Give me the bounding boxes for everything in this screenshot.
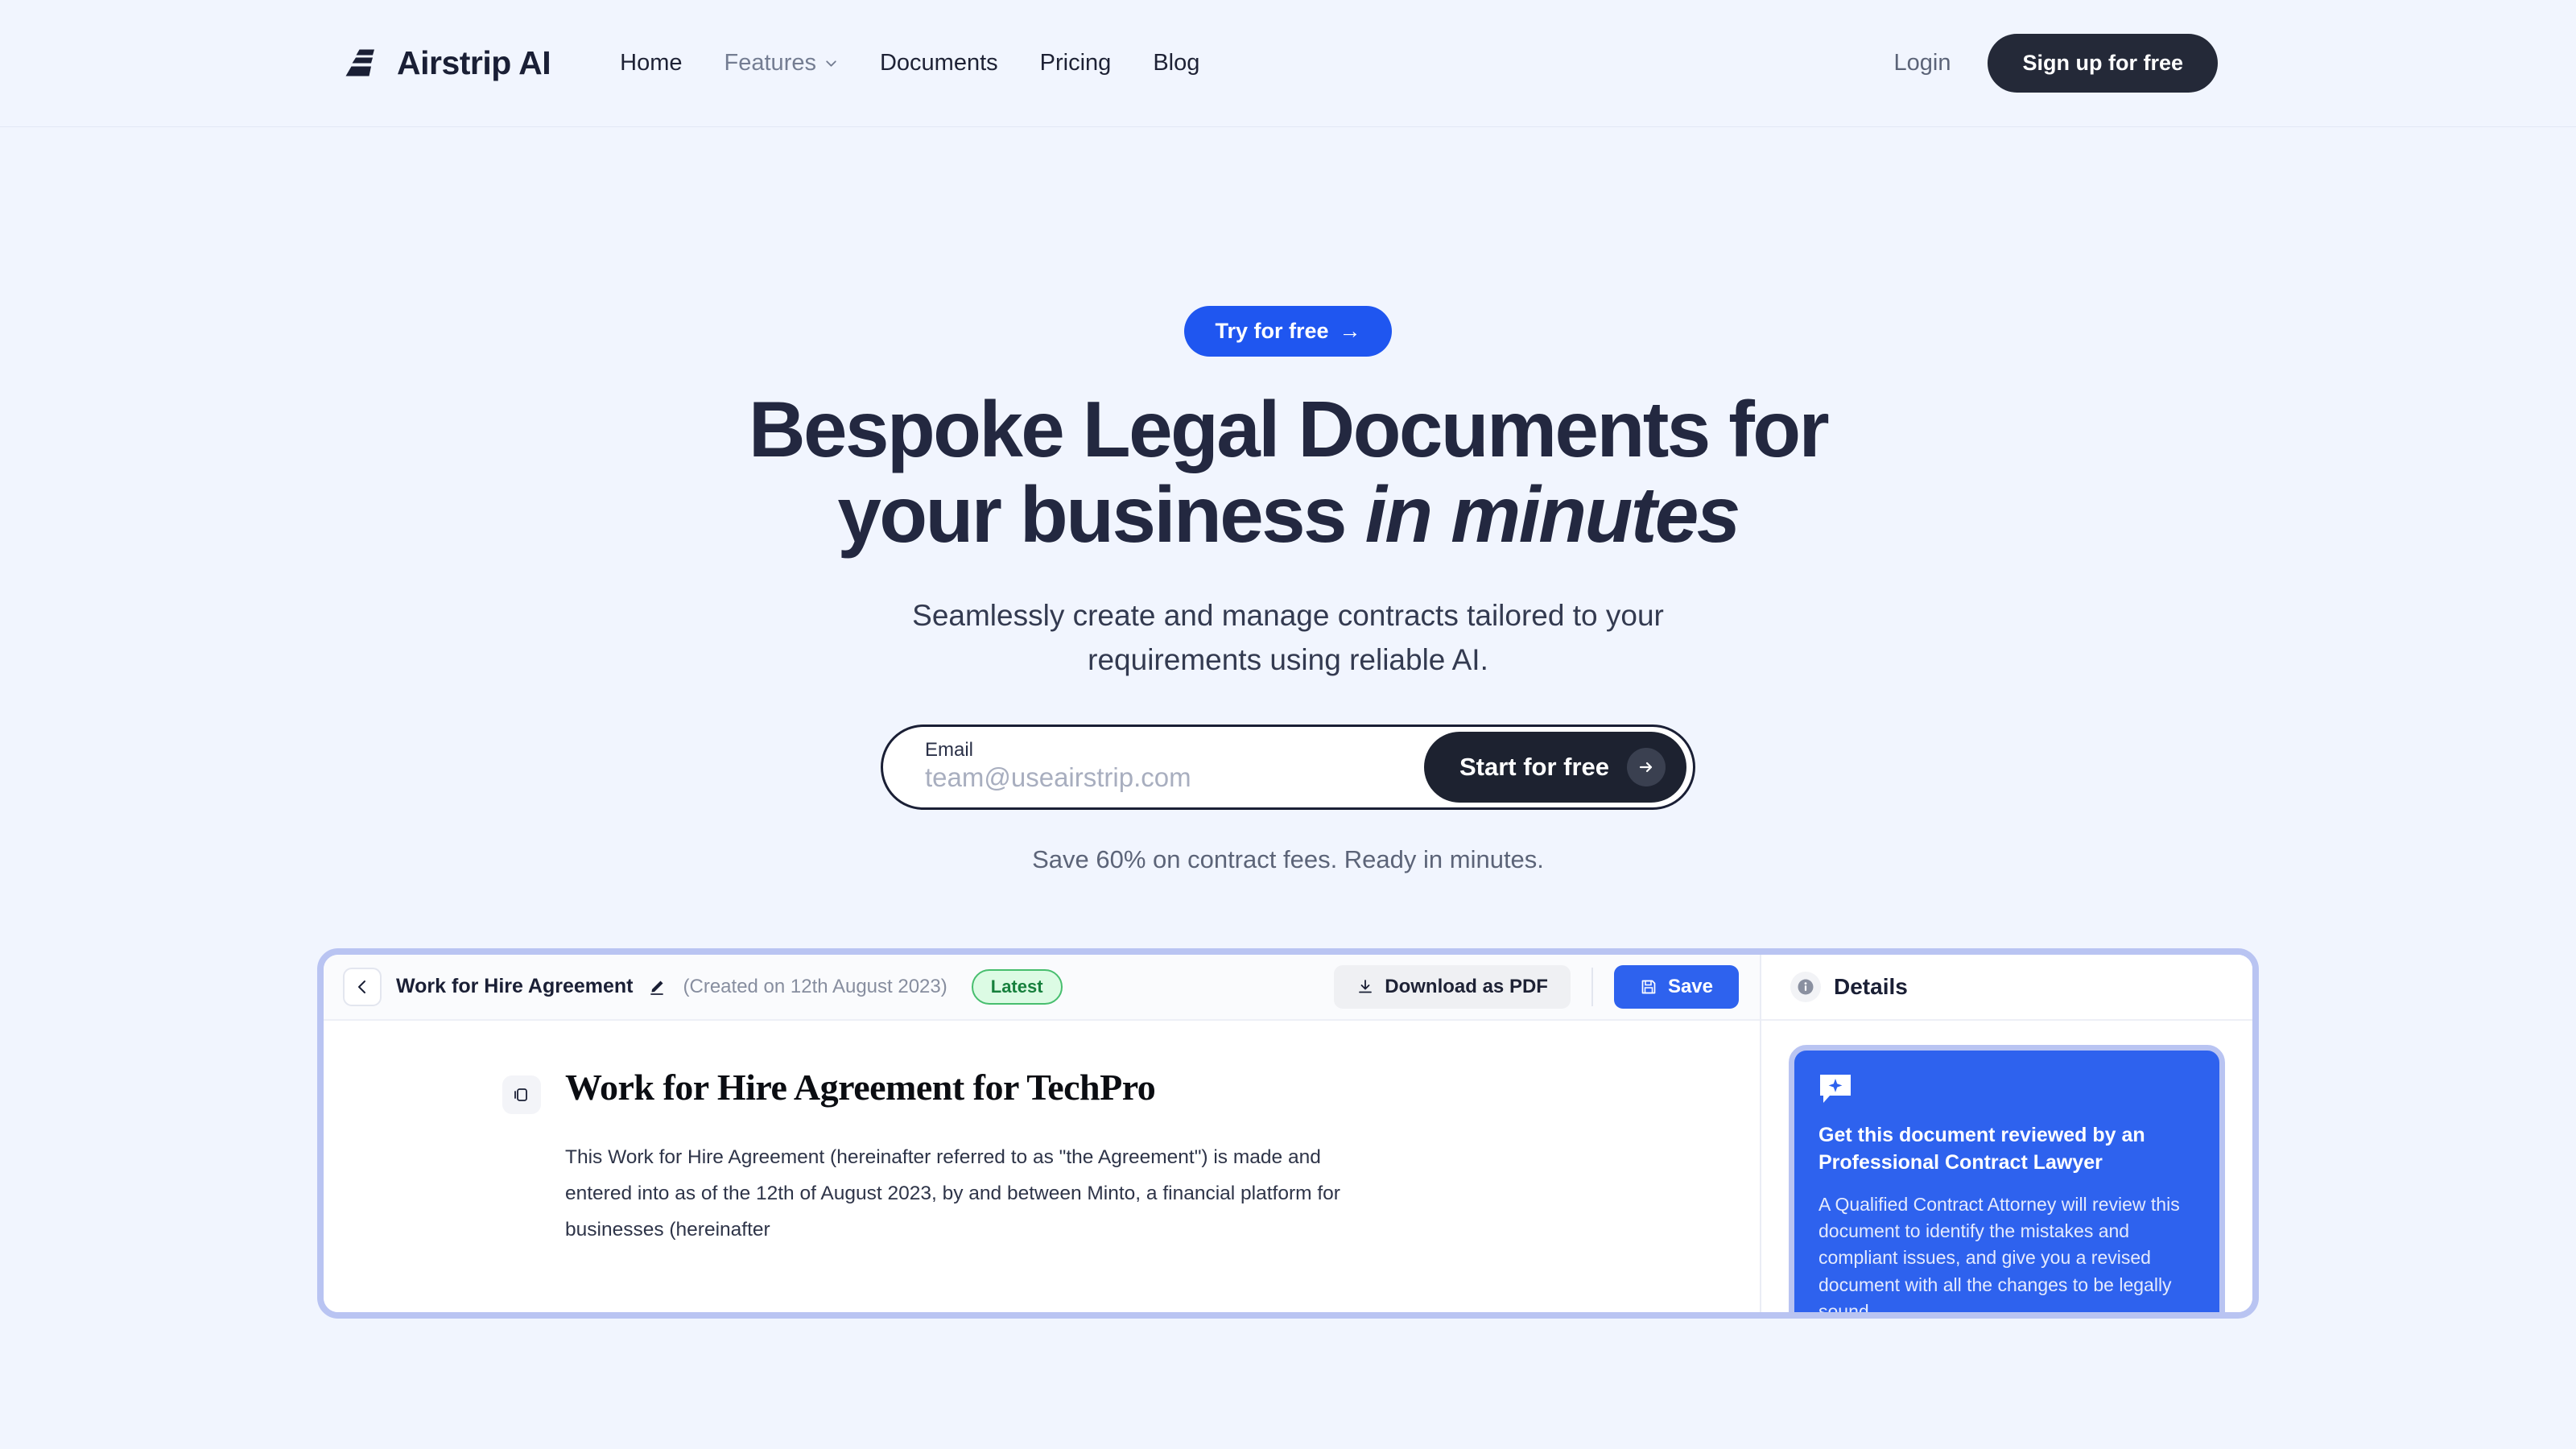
save-button[interactable]: Save xyxy=(1613,964,1739,1009)
hero-title-line2-plain: your business xyxy=(837,469,1365,559)
nav-item-label: Blog xyxy=(1153,50,1200,76)
document-heading: Work for Hire Agreement for TechPro xyxy=(565,1066,1156,1108)
hero-subtitle: Seamlessly create and manage contracts t… xyxy=(912,598,1664,677)
nav-item-label: Documents xyxy=(879,50,998,76)
details-body: Get this document reviewed by an Profess… xyxy=(1761,1021,2252,1312)
hero-title: Bespoke Legal Documents for your busines… xyxy=(748,385,1830,559)
email-input[interactable] xyxy=(925,762,1424,794)
start-for-free-button[interactable]: Start for free xyxy=(1423,731,1686,803)
panel-toggle-icon[interactable] xyxy=(502,1075,541,1114)
hero-section: Try for free → Bespoke Legal Documents f… xyxy=(0,127,2576,1319)
document-canvas: Work for Hire Agreement for TechPro This… xyxy=(324,1020,1760,1312)
download-pdf-label: Download as PDF xyxy=(1385,975,1548,997)
primary-navigation: Home Features Documents Pricing Blog xyxy=(620,50,1199,76)
try-for-free-badge[interactable]: Try for free → xyxy=(1184,306,1392,357)
download-icon xyxy=(1359,979,1373,993)
hero-title-line2-italic: in minutes xyxy=(1364,469,1741,559)
floppy-disk-icon xyxy=(1641,980,1656,994)
hero-title-line1: Bespoke Legal Documents for xyxy=(748,385,1830,473)
email-field-label: Email xyxy=(925,739,974,762)
brand-name: Airstrip AI xyxy=(397,44,551,81)
document-toolbar: Work for Hire Agreement (Created on 12th… xyxy=(324,954,1760,1021)
save-label: Save xyxy=(1667,975,1713,997)
nav-item-label: Features xyxy=(724,50,816,76)
try-for-free-label: Try for free xyxy=(1215,319,1329,343)
nav-item-label: Home xyxy=(620,50,683,76)
app-body: Work for Hire Agreement (Created on 12th… xyxy=(324,954,2252,1312)
nav-item-documents[interactable]: Documents xyxy=(880,50,998,76)
sparkle-chat-icon xyxy=(1820,1074,1851,1103)
nav-item-pricing[interactable]: Pricing xyxy=(1040,50,1112,76)
document-pane: Work for Hire Agreement (Created on 12th… xyxy=(324,954,1761,1312)
site-header: Airstrip AI Home Features Documents Pric… xyxy=(0,0,2576,127)
chevron-down-icon xyxy=(826,60,836,67)
status-badge: Latest xyxy=(971,968,1063,1005)
lawyer-review-promo-card[interactable]: Get this document reviewed by an Profess… xyxy=(1789,1044,2225,1312)
nav-item-blog[interactable]: Blog xyxy=(1153,50,1199,76)
document-side-column xyxy=(324,1066,565,1312)
details-pane: Details Get this document reviewed by an… xyxy=(1761,954,2252,1312)
pencil-icon[interactable] xyxy=(648,978,666,996)
email-field-wrapper: Email xyxy=(925,739,1424,794)
toolbar-divider xyxy=(1591,967,1593,1006)
details-header: Details xyxy=(1761,954,2252,1021)
signup-button[interactable]: Sign up for free xyxy=(1988,34,2218,93)
arrow-right-icon xyxy=(1627,747,1666,786)
chevron-left-icon xyxy=(358,980,365,993)
login-link[interactable]: Login xyxy=(1894,50,1951,76)
details-title: Details xyxy=(1834,973,1908,999)
arrow-right-icon: → xyxy=(1339,319,1361,343)
start-for-free-label: Start for free xyxy=(1459,752,1609,781)
document-content: Work for Hire Agreement for TechPro This… xyxy=(565,1066,1370,1312)
airstrip-logo-icon xyxy=(345,49,374,76)
document-title: Work for Hire Agreement xyxy=(396,975,634,998)
brand-logo[interactable]: Airstrip AI xyxy=(342,44,551,82)
nav-item-label: Pricing xyxy=(1039,50,1112,76)
nav-item-features[interactable]: Features xyxy=(724,50,838,76)
email-signup-form: Email Start for free xyxy=(881,724,1695,810)
hero-note: Save 60% on contract fees. Ready in minu… xyxy=(1032,844,1544,873)
back-button[interactable] xyxy=(343,967,382,1006)
app-preview: Work for Hire Agreement (Created on 12th… xyxy=(317,947,2259,1319)
promo-title: Get this document reviewed by an Profess… xyxy=(1818,1123,2145,1174)
document-paragraph: This Work for Hire Agreement (hereinafte… xyxy=(565,1146,1340,1241)
header-actions: Login Sign up for free xyxy=(1894,34,2218,93)
download-pdf-button[interactable]: Download as PDF xyxy=(1334,964,1571,1009)
promo-description: A Qualified Contract Attorney will revie… xyxy=(1818,1193,2180,1312)
nav-item-home[interactable]: Home xyxy=(620,50,682,76)
document-created-date: (Created on 12th August 2023) xyxy=(683,975,947,997)
info-icon xyxy=(1790,971,1821,1002)
